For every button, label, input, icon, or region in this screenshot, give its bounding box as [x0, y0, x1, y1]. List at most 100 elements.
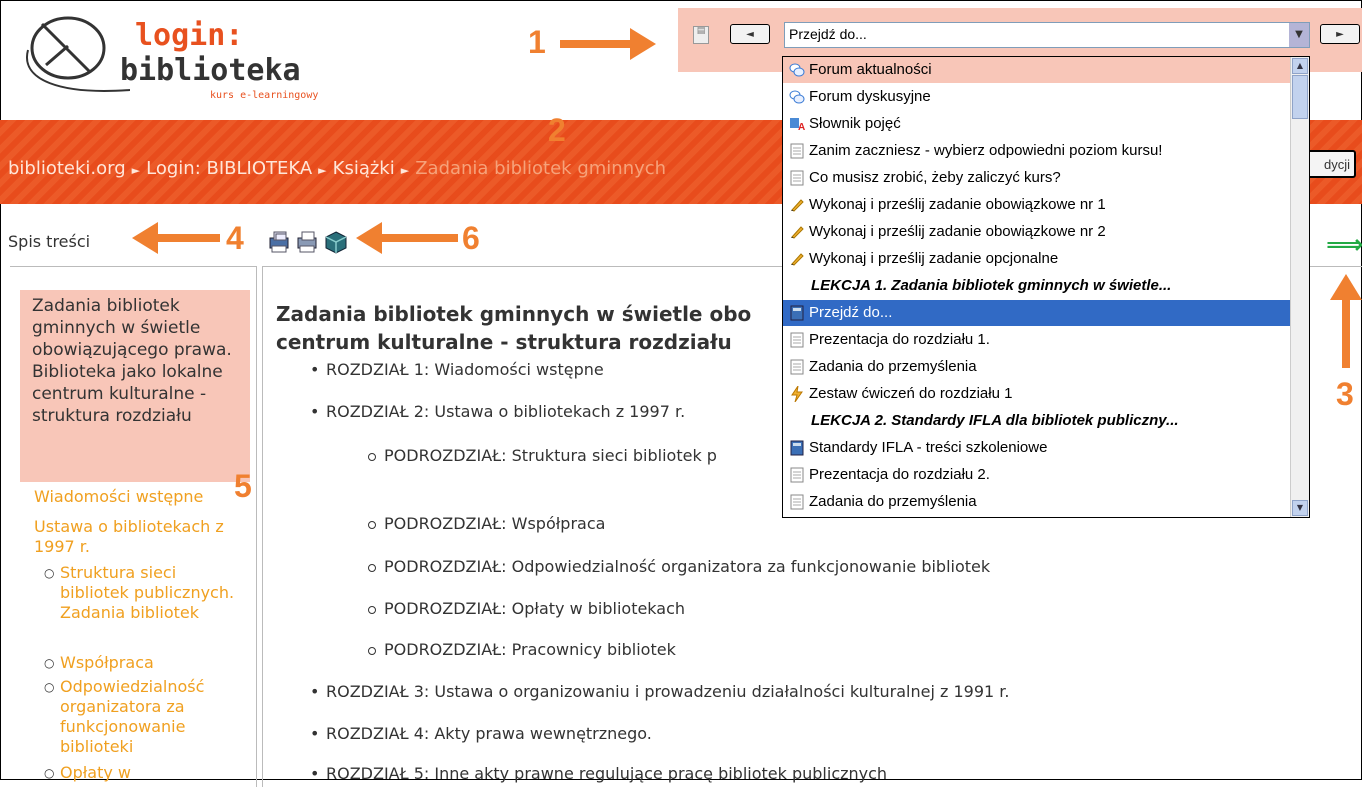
dropdown-option-label: Przejdź do...: [809, 304, 893, 321]
annotation-arrow-right: [560, 40, 632, 48]
page-icon: [789, 466, 805, 483]
print-book-icon[interactable]: [268, 230, 292, 254]
toc-bullet: ○: [44, 566, 55, 580]
scrollbar-thumb[interactable]: [1292, 75, 1308, 119]
chevron-down-icon[interactable]: ▼: [1289, 23, 1309, 47]
assignment-icon: [789, 196, 805, 212]
chapter-item[interactable]: ROZDZIAŁ 1: Wiadomości wstępne: [310, 360, 604, 379]
annotation-arrowhead-left: [356, 222, 382, 254]
annotation-1: 1: [528, 24, 546, 60]
annotation-arrow-left: [380, 234, 458, 242]
site-logo[interactable]: login: biblioteka kurs e-learningowy: [20, 10, 320, 110]
dropdown-option[interactable]: Wykonaj i prześlij zadanie obowiązkowe n…: [783, 192, 1291, 218]
page-icon: [789, 331, 805, 348]
dropdown-option-label: Forum aktualności: [809, 61, 932, 78]
chapter-item[interactable]: ROZDZIAŁ 4: Akty prawa wewnętrznego.: [310, 724, 652, 743]
export-package-icon[interactable]: [324, 230, 348, 254]
page-icon: [789, 493, 805, 510]
toc-bullet: ○: [44, 656, 55, 670]
toc-heading: Spis treści: [8, 232, 91, 251]
logo-subtitle: kurs e-learningowy: [210, 90, 319, 101]
forum-icon: [789, 88, 805, 104]
dropdown-option[interactable]: Prezentacja do rozdziału 1.: [783, 327, 1291, 353]
toc-sublink-fees[interactable]: ○ Opłaty w: [44, 763, 131, 783]
forum-icon: [789, 61, 805, 77]
jump-to-select[interactable]: Przejdź do... ▼: [784, 22, 1310, 48]
annotation-6: 6: [462, 220, 480, 256]
dropdown-option[interactable]: Zadania do przemyślenia: [783, 354, 1291, 380]
annotation-5: 5: [234, 468, 252, 504]
breadcrumb-separator: ►: [131, 164, 141, 177]
dropdown-option-label: Prezentacja do rozdziału 2.: [809, 466, 990, 483]
subchapter-item[interactable]: PODROZDZIAŁ: Współpraca: [368, 514, 605, 533]
breadcrumb-item-home[interactable]: biblioteki.org: [8, 158, 126, 179]
dropdown-option[interactable]: Wykonaj i prześlij zadanie obowiązkowe n…: [783, 219, 1291, 245]
toc-sublink-structure[interactable]: ○ Struktura sieci bibliotek publicznych. …: [44, 563, 236, 623]
toc-sublink-cooperation[interactable]: ○ Współpraca: [44, 653, 154, 673]
dropdown-option[interactable]: A Słownik pojęć: [783, 111, 1291, 137]
annotation-arrowhead-left: [132, 222, 158, 254]
dropdown-scrollbar[interactable]: ▲ ▼: [1290, 57, 1309, 517]
breadcrumb-item-current: Zadania bibliotek gminnych: [415, 158, 667, 179]
subchapter-item[interactable]: PODROZDZIAŁ: Pracownicy bibliotek: [368, 640, 676, 659]
breadcrumb-item-course[interactable]: Login: BIBLIOTEKA: [146, 158, 312, 179]
dropdown-option[interactable]: Prezentacja do rozdziału 2.: [783, 462, 1291, 488]
quiz-icon: [789, 385, 805, 403]
scroll-up-icon[interactable]: ▲: [1292, 58, 1308, 74]
page-title: Zadania bibliotek gminnych w świetle obo…: [276, 302, 752, 354]
chapter-item[interactable]: ROZDZIAŁ 3: Ustawa o organizowaniu i pro…: [310, 682, 1009, 701]
subchapter-item[interactable]: PODROZDZIAŁ: Opłaty w bibliotekach: [368, 599, 685, 618]
dropdown-option[interactable]: Wykonaj i prześlij zadanie opcjonalne: [783, 246, 1291, 272]
jump-to-select-value: Przejdź do...: [789, 26, 867, 42]
jump-to-dropdown-list[interactable]: Forum aktualności Forum dyskusyjne A Słowni…: [782, 56, 1310, 518]
dropdown-option[interactable]: Forum aktualności: [783, 57, 1291, 83]
toc-current-chapter: Zadania bibliotek gminnych w świetle obo…: [20, 290, 250, 482]
book-icon: [789, 439, 805, 456]
subchapter-item[interactable]: PODROZDZIAŁ: Odpowiedzialność organizato…: [368, 557, 990, 576]
dropdown-option-label: Standardy IFLA - treści szkoleniowe: [809, 439, 1048, 456]
dropdown-group-header: LEKCJA 2. Standardy IFLA dla bibliotek p…: [811, 412, 1179, 429]
toc-bullet: ○: [44, 766, 55, 780]
toc-link-act-1997[interactable]: Ustawa o bibliotekach z 1997 r.: [34, 517, 254, 557]
scroll-down-icon[interactable]: ▼: [1292, 500, 1308, 516]
subchapter-item[interactable]: PODROZDZIAŁ: Struktura sieci bibliotek p: [368, 446, 717, 465]
dropdown-option-label: Wykonaj i prześlij zadanie obowiązkowe n…: [809, 196, 1106, 213]
page-icon: [789, 142, 805, 159]
book-icon: [789, 304, 805, 321]
dropdown-option[interactable]: Zanim zaczniesz - wybierz odpowiedni poz…: [783, 138, 1291, 164]
dropdown-option-label: Słownik pojęć: [809, 115, 901, 132]
previous-activity-button[interactable]: ◄: [730, 24, 770, 44]
next-activity-button[interactable]: ►: [1320, 24, 1360, 44]
dropdown-option[interactable]: Zadania do przemyślenia: [783, 489, 1291, 515]
page-icon: [789, 358, 805, 375]
resource-page-icon[interactable]: ▤: [693, 26, 709, 44]
dropdown-option-label: Zanim zaczniesz - wybierz odpowiedni poz…: [809, 142, 1163, 159]
dropdown-option[interactable]: Forum dyskusyjne: [783, 84, 1291, 110]
dropdown-option[interactable]: Standardy IFLA - treści szkoleniowe: [783, 435, 1291, 461]
dropdown-option-label: Co musisz zrobić, żeby zaliczyć kurs?: [809, 169, 1061, 186]
dropdown-option-label: Forum dyskusyjne: [809, 88, 931, 105]
toc-link-intro[interactable]: Wiadomości wstępne: [34, 487, 203, 507]
annotation-arrow-left: [156, 234, 220, 242]
annotation-2: 2: [548, 112, 566, 148]
page-icon: [789, 169, 805, 186]
toc-bullet: ○: [44, 680, 55, 694]
dropdown-option[interactable]: Zestaw ćwiczeń do rozdziału 1: [783, 381, 1291, 407]
next-chapter-arrow-icon[interactable]: ⟹: [1326, 230, 1362, 260]
dropdown-option[interactable]: Co musisz zrobić, żeby zaliczyć kurs?: [783, 165, 1291, 191]
dropdown-group-header: LEKCJA 1. Zadania bibliotek gminnych w ś…: [811, 277, 1172, 294]
print-chapter-icon[interactable]: [296, 230, 320, 254]
breadcrumb: biblioteki.org ► Login: BIBLIOTEKA ► Książki…: [8, 158, 666, 179]
glossary-icon: A: [789, 115, 805, 133]
toc-sublink-responsibility[interactable]: ○ Odpowiedzialność organizatora za funkcj…: [44, 677, 246, 757]
assignment-icon: [789, 223, 805, 239]
chapter-item[interactable]: ROZDZIAŁ 2: Ustawa o bibliotekach z 1997…: [310, 402, 685, 421]
annotation-arrowhead-right: [630, 28, 656, 60]
breadcrumb-separator: ►: [318, 164, 327, 177]
mouse-logo-icon: [25, 16, 130, 92]
chapter-item[interactable]: ROZDZIAŁ 5: Inne akty prawne regulujące …: [310, 764, 887, 783]
breadcrumb-item-books[interactable]: Książki: [333, 158, 395, 179]
dropdown-option-label: Wykonaj i prześlij zadanie opcjonalne: [809, 250, 1059, 267]
dropdown-option[interactable]: Przejdź do...: [783, 300, 1291, 326]
dropdown-option-label: Prezentacja do rozdziału 1.: [809, 331, 990, 348]
